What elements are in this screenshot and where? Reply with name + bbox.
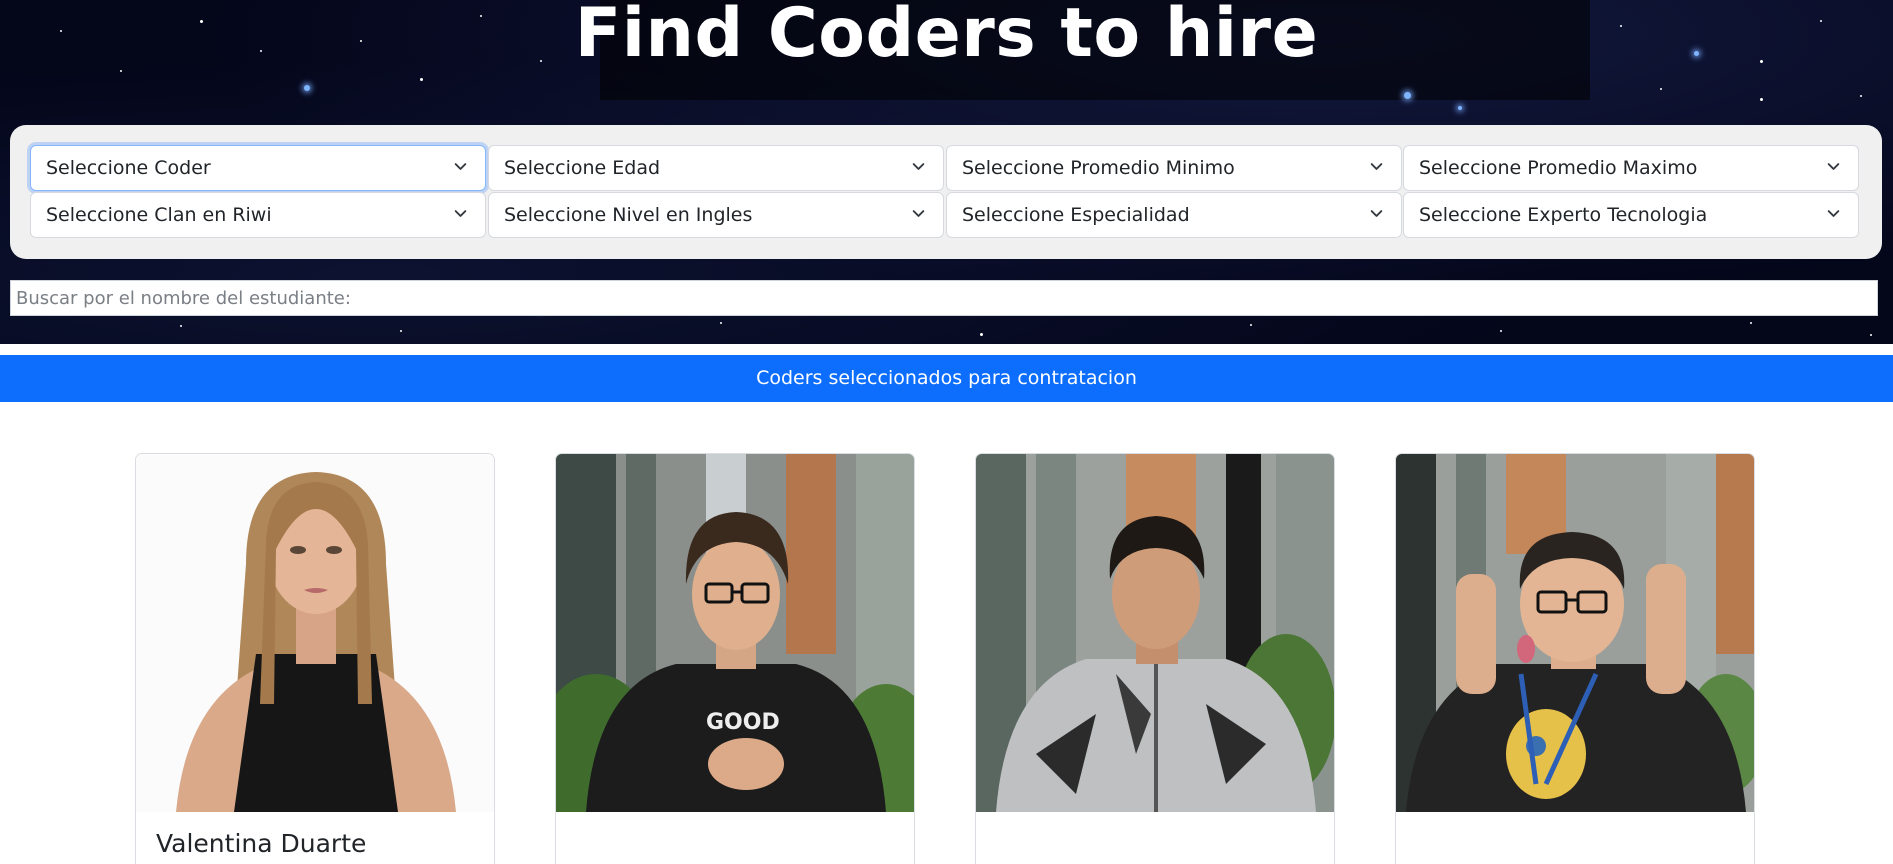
select-coder[interactable]: Seleccione Coder — [30, 145, 486, 191]
coder-photo — [976, 454, 1334, 812]
select-edad[interactable]: Seleccione Edad — [488, 145, 944, 191]
select-promedio-minimo-label: Seleccione Promedio Minimo — [962, 157, 1235, 179]
star-decoration — [720, 322, 722, 324]
select-clan[interactable]: Seleccione Clan en Riwi — [30, 192, 486, 238]
page-title: Find Coders to hire — [574, 0, 1319, 73]
chevron-down-icon — [1827, 207, 1840, 220]
coder-name: Valentina Duarte — [156, 829, 367, 858]
chevron-down-icon — [454, 207, 467, 220]
coder-card[interactable] — [975, 453, 1335, 864]
chevron-down-icon — [1370, 207, 1383, 220]
select-promedio-maximo-label: Seleccione Promedio Maximo — [1419, 157, 1698, 179]
star-decoration — [1750, 322, 1752, 324]
select-coder-label: Seleccione Coder — [46, 157, 211, 179]
coder-photo — [136, 454, 494, 812]
star-decoration — [400, 330, 402, 332]
star-decoration — [1250, 324, 1252, 326]
coder-card[interactable]: Valentina Duarte — [135, 453, 495, 864]
svg-text:GOOD: GOOD — [706, 710, 780, 735]
select-promedio-maximo[interactable]: Seleccione Promedio Maximo — [1403, 145, 1859, 191]
star-decoration — [1458, 106, 1462, 110]
star-decoration — [980, 333, 983, 336]
coder-photo: GOOD — [556, 454, 914, 812]
star-decoration — [1660, 88, 1662, 90]
star-decoration — [304, 85, 310, 91]
star-decoration — [1760, 98, 1763, 101]
star-decoration — [420, 78, 423, 81]
coder-photo — [1396, 454, 1754, 812]
select-clan-label: Seleccione Clan en Riwi — [46, 204, 272, 226]
select-especialidad[interactable]: Seleccione Especialidad — [946, 192, 1402, 238]
star-decoration — [1870, 334, 1872, 336]
select-experto-tecnologia[interactable]: Seleccione Experto Tecnologia — [1403, 192, 1859, 238]
star-decoration — [1500, 330, 1502, 332]
coder-card[interactable]: GOOD — [555, 453, 915, 864]
chevron-down-icon — [1370, 160, 1383, 173]
star-decoration — [1404, 92, 1411, 99]
select-experto-tecnologia-label: Seleccione Experto Tecnologia — [1419, 204, 1708, 226]
student-search-input[interactable] — [10, 280, 1878, 316]
selected-coders-button[interactable]: Coders seleccionados para contratacion — [0, 355, 1893, 402]
select-promedio-minimo[interactable]: Seleccione Promedio Minimo — [946, 145, 1402, 191]
select-especialidad-label: Seleccione Especialidad — [962, 204, 1190, 226]
select-edad-label: Seleccione Edad — [504, 157, 661, 179]
chevron-down-icon — [1827, 160, 1840, 173]
chevron-down-icon — [912, 160, 925, 173]
coder-card[interactable] — [1395, 453, 1755, 864]
filter-panel: Seleccione Coder Seleccione Edad Selecci… — [10, 125, 1882, 259]
select-nivel-ingles[interactable]: Seleccione Nivel en Ingles — [488, 192, 944, 238]
chevron-down-icon — [454, 160, 467, 173]
star-decoration — [180, 325, 182, 327]
chevron-down-icon — [912, 207, 925, 220]
select-nivel-ingles-label: Seleccione Nivel en Ingles — [504, 204, 753, 226]
star-decoration — [1860, 95, 1862, 97]
